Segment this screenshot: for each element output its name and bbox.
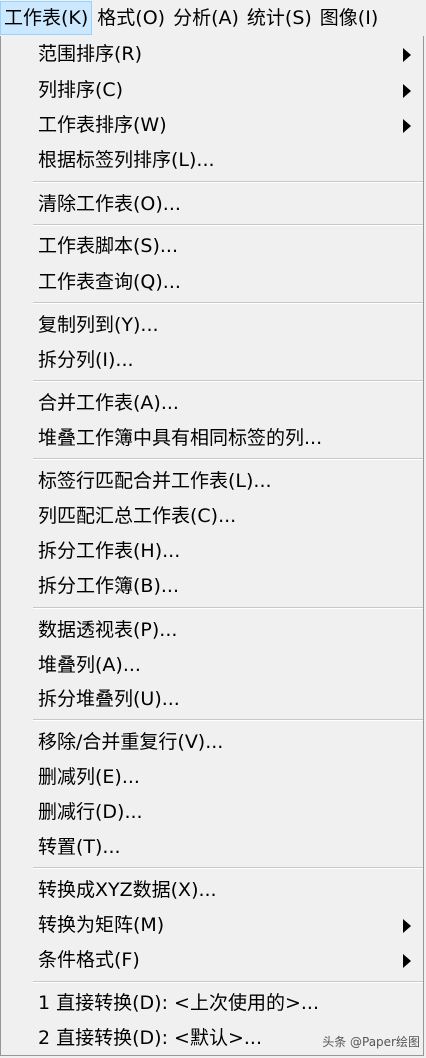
menu-separator	[33, 302, 423, 304]
menu-bar: 工作表(K) 格式(O) 分析(A) 统计(S) 图像(I)	[0, 0, 426, 36]
menu-item-label: 合并工作表(A)...	[38, 392, 179, 414]
menu-item-label: 根据标签列排序(L)...	[38, 149, 215, 171]
menu-item-label: 堆叠工作簿中具有相同标签的列...	[38, 427, 323, 449]
menu-item-transpose[interactable]: 转置(T)...	[1, 830, 423, 864]
menu-item-split-workbook[interactable]: 拆分工作簿(B)...	[1, 569, 423, 603]
menu-item-column-sort[interactable]: 列排序(C)	[1, 73, 423, 107]
menu-item-label: 复制列到(Y)...	[38, 314, 159, 336]
menu-item-label: 数据透视表(P)...	[38, 619, 178, 641]
menubar-format[interactable]: 格式(O)	[94, 1, 168, 35]
watermark: 头条 @Paper绘图	[322, 1035, 420, 1049]
menu-item-convert-to-xyz[interactable]: 转换成XYZ数据(X)...	[1, 873, 423, 907]
menu-item-label: 转换为矩阵(M)	[38, 914, 165, 936]
menu-item-label: 列排序(C)	[38, 79, 124, 101]
submenu-arrow-icon	[403, 119, 411, 133]
menu-item-label: 删减行(D)...	[38, 801, 143, 823]
menu-item-merge-worksheets[interactable]: 合并工作表(A)...	[1, 386, 423, 420]
menu-item-unstack-columns[interactable]: 拆分堆叠列(U)...	[1, 682, 423, 716]
menu-item-column-match-summary[interactable]: 列匹配汇总工作表(C)...	[1, 499, 423, 533]
menu-item-label-row-match-merge[interactable]: 标签行匹配合并工作表(L)...	[1, 464, 423, 498]
menu-separator	[33, 458, 423, 460]
menu-separator	[33, 380, 423, 382]
menu-item-label: 1 直接转换(D): <上次使用的>...	[38, 992, 319, 1014]
menubar-image[interactable]: 图像(I)	[317, 1, 381, 35]
menu-item-label: 删减列(E)...	[38, 766, 140, 788]
menu-item-stack-columns-same-label[interactable]: 堆叠工作簿中具有相同标签的列...	[1, 421, 423, 455]
menu-item-label: 工作表查询(Q)...	[38, 271, 181, 293]
menu-item-label: 条件格式(F)	[38, 949, 140, 971]
menu-item-worksheet-query[interactable]: 工作表查询(Q)...	[1, 265, 423, 299]
menu-item-label: 2 直接转换(D): <默认>...	[38, 1027, 262, 1049]
menu-separator	[33, 719, 423, 721]
menu-item-clear-worksheet[interactable]: 清除工作表(O)...	[1, 187, 423, 221]
menu-item-label: 堆叠列(A)...	[38, 654, 141, 676]
menu-item-label: 工作表排序(W)	[38, 114, 167, 136]
menu-item-label: 拆分工作表(H)...	[38, 540, 181, 562]
menu-item-direct-convert-last-used[interactable]: 1 直接转换(D): <上次使用的>...	[1, 986, 423, 1020]
menubar-analysis[interactable]: 分析(A)	[170, 1, 242, 35]
menu-item-pivot-table[interactable]: 数据透视表(P)...	[1, 613, 423, 647]
menu-item-label: 范围排序(R)	[38, 43, 143, 65]
menu-item-label: 拆分堆叠列(U)...	[38, 688, 180, 710]
menu-item-convert-to-matrix[interactable]: 转换为矩阵(M)	[1, 908, 423, 942]
menu-separator	[33, 181, 423, 183]
menu-item-worksheet-script[interactable]: 工作表脚本(S)...	[1, 229, 423, 263]
menu-item-split-column[interactable]: 拆分列(I)...	[1, 343, 423, 377]
menu-item-remove-merge-duplicates[interactable]: 移除/合并重复行(V)...	[1, 725, 423, 759]
menu-item-label: 移除/合并重复行(V)...	[38, 731, 224, 753]
menu-item-label: 拆分工作簿(B)...	[38, 575, 179, 597]
menubar-worksheet[interactable]: 工作表(K)	[0, 1, 93, 35]
menu-item-label: 转置(T)...	[38, 836, 121, 858]
submenu-arrow-icon	[403, 919, 411, 933]
menu-item-stack-columns[interactable]: 堆叠列(A)...	[1, 648, 423, 682]
menu-item-sort-by-label-column[interactable]: 根据标签列排序(L)...	[1, 143, 423, 177]
menu-item-reduce-rows[interactable]: 删减行(D)...	[1, 795, 423, 829]
menu-item-label: 列匹配汇总工作表(C)...	[38, 505, 237, 527]
submenu-arrow-icon	[403, 48, 411, 62]
submenu-arrow-icon	[403, 84, 411, 98]
submenu-arrow-icon	[403, 954, 411, 968]
worksheet-dropdown-menu: 范围排序(R) 列排序(C) 工作表排序(W) 根据标签列排序(L)... 清除…	[0, 36, 424, 1056]
menu-separator	[33, 981, 423, 983]
menu-separator	[33, 867, 423, 869]
menu-item-worksheet-sort[interactable]: 工作表排序(W)	[1, 108, 423, 142]
menu-item-label: 拆分列(I)...	[38, 349, 134, 371]
menu-item-label: 转换成XYZ数据(X)...	[38, 879, 217, 901]
menubar-statistics[interactable]: 统计(S)	[244, 1, 315, 35]
menu-item-split-worksheet[interactable]: 拆分工作表(H)...	[1, 534, 423, 568]
menu-separator	[33, 224, 423, 226]
menu-item-label: 清除工作表(O)...	[38, 193, 181, 215]
menu-separator	[33, 607, 423, 609]
menu-item-reduce-columns[interactable]: 删减列(E)...	[1, 760, 423, 794]
menu-item-label: 标签行匹配合并工作表(L)...	[38, 470, 272, 492]
menu-item-copy-column-to[interactable]: 复制列到(Y)...	[1, 308, 423, 342]
menu-item-label: 工作表脚本(S)...	[38, 235, 179, 257]
menu-item-range-sort[interactable]: 范围排序(R)	[1, 37, 423, 71]
menu-item-conditional-format[interactable]: 条件格式(F)	[1, 943, 423, 977]
